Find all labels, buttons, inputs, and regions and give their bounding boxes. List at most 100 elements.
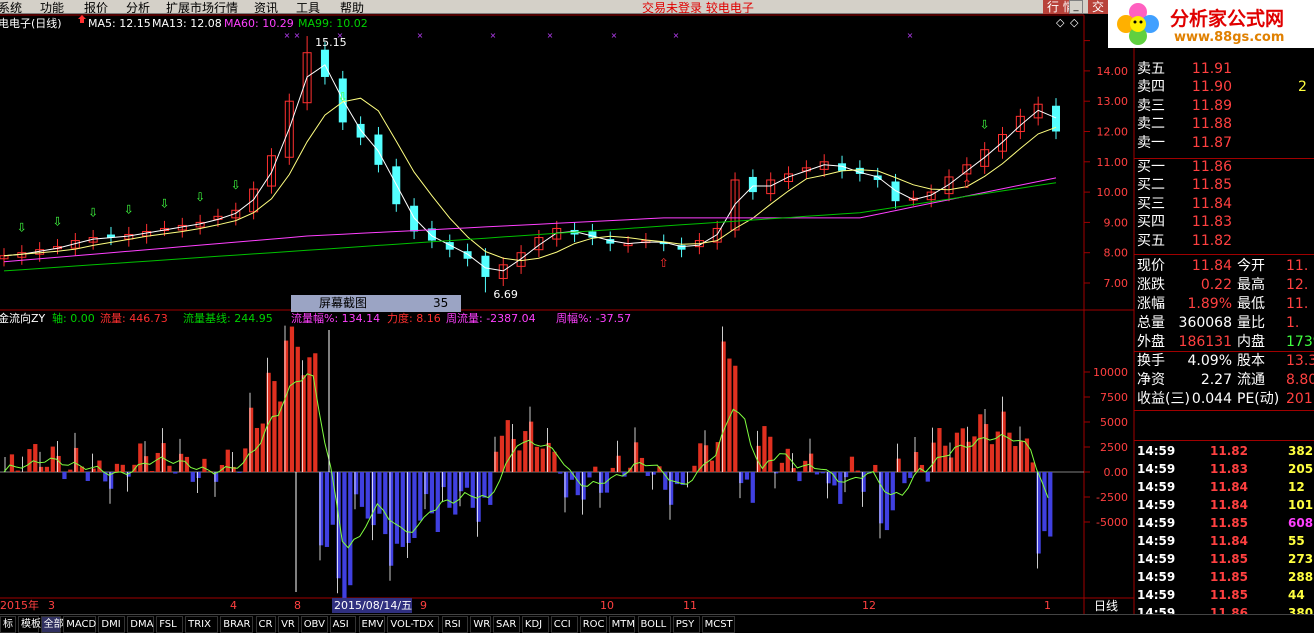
flow-bar: [173, 472, 178, 474]
indicator-tab-6[interactable]: FSL: [156, 616, 184, 633]
indicator-tab-22[interactable]: BOLL: [637, 616, 671, 633]
indicator-tab-9[interactable]: CR: [255, 616, 277, 633]
flow-bar: [505, 420, 510, 472]
indicator-tab-18[interactable]: KDJ: [521, 616, 549, 633]
flow-bar: [709, 460, 715, 472]
indicator-force: 力度: 8.16: [387, 311, 441, 325]
indicator-tab-15[interactable]: RSI: [441, 616, 469, 633]
indicator-tab-12[interactable]: ASI: [329, 616, 357, 633]
flow-bar: [120, 464, 125, 472]
candle-down: [374, 134, 383, 165]
quote-value-1: 0.22: [1200, 277, 1232, 293]
tooltip-value: 35: [433, 296, 449, 310]
period-label: 日线: [1094, 599, 1118, 613]
indicator-tab-21[interactable]: MTM: [608, 616, 636, 633]
indicator-name: 金流向ZY: [0, 311, 46, 325]
indicator-tab-0[interactable]: 标: [0, 616, 16, 633]
indicator-tab-2[interactable]: 全部: [40, 616, 64, 633]
quote-value2-7: 201: [1286, 391, 1313, 407]
tick-time-1: 14:59: [1137, 462, 1176, 476]
indicator-base: 流量基线: 244.95: [183, 311, 273, 325]
quote-label2-6: 流通: [1237, 372, 1265, 388]
flow-bar: [383, 472, 388, 535]
candle-down: [748, 176, 757, 193]
flow-bar: [715, 442, 720, 472]
flow-bar: [365, 472, 370, 519]
marker-cross-icon: ×: [673, 31, 680, 40]
flow-bar: [44, 466, 50, 472]
price-axis-label: 7.00: [1104, 277, 1129, 290]
price-axis-label: 14.00: [1097, 65, 1129, 78]
date-axis-label: 8: [294, 599, 301, 612]
price-axis-label: 9.00: [1104, 216, 1129, 229]
flow-bar: [692, 465, 697, 472]
indicator-tab-17[interactable]: SAR: [493, 616, 520, 633]
flow-bar: [499, 435, 505, 472]
quote-value2-2: 11.: [1286, 296, 1309, 312]
marker-cross-icon: ×: [417, 31, 424, 40]
tick-vol-1: 205: [1288, 462, 1314, 476]
orderbook-price-3: 11.88: [1191, 116, 1232, 133]
indicator-tab-23[interactable]: PSY: [672, 616, 700, 633]
indicator-tab-5[interactable]: DMA: [127, 616, 155, 633]
flow-bar: [429, 472, 435, 514]
flow-bar: [313, 353, 318, 472]
orderbook-label-5: 买一: [1137, 159, 1165, 175]
flow-bar: [593, 466, 598, 472]
flow-bar: [85, 472, 90, 481]
indicator-tab-3[interactable]: MACD: [63, 616, 97, 633]
price-axis-label: 8.00: [1104, 247, 1129, 260]
indicator-tab-4[interactable]: DMI: [98, 616, 126, 633]
tick-time-7: 14:59: [1137, 570, 1176, 584]
quote-value2-3: 1.: [1286, 315, 1300, 331]
flow-bar: [849, 456, 855, 472]
indicator-tab-20[interactable]: ROC: [579, 616, 607, 633]
quote-label-1: 涨跌: [1137, 277, 1165, 293]
ma5-value: MA5: 12.15: [88, 17, 151, 30]
indicator-tab-19[interactable]: CCI: [550, 616, 578, 633]
quote-label2-4: 内盘: [1237, 334, 1265, 350]
flow-bar: [482, 472, 487, 498]
flow-bar: [295, 346, 300, 472]
indicator-tab-16[interactable]: WR: [470, 616, 491, 633]
ind-axis-label: 7500: [1100, 391, 1128, 404]
flow-bar: [733, 365, 738, 472]
flow-bar: [750, 472, 755, 503]
flow-bar: [138, 443, 143, 472]
flow-bar: [1030, 462, 1035, 472]
flow-bar: [324, 472, 330, 547]
date-axis-label: 4: [230, 599, 237, 612]
indicator-tab-24[interactable]: MCST: [701, 616, 735, 633]
flow-bar: [779, 462, 785, 472]
flow-bar: [225, 449, 230, 472]
tick-price-5: 11.84: [1210, 534, 1248, 548]
quote-label-0: 现价: [1137, 258, 1165, 274]
tooltip-label: 屏幕截图: [319, 296, 368, 310]
orderbook-price-4: 11.87: [1191, 134, 1232, 151]
ind-axis-label: -2500: [1096, 491, 1128, 504]
indicator-tab-7[interactable]: TRIX: [185, 616, 219, 633]
logo-title: 分析家公式网: [1170, 8, 1285, 30]
kline-chart[interactable]: 电电子(日线) MA5: 12.15 MA13: 12.08 MA60: 10.29 M…: [0, 0, 1314, 633]
indicator-tab-14[interactable]: VOL-TDX: [387, 616, 440, 633]
orderbook-label-0: 卖五: [1137, 61, 1165, 77]
indicator-tab-1[interactable]: 模板: [18, 616, 41, 633]
up-arrow-icon: [78, 15, 86, 23]
flow-bar: [149, 470, 155, 472]
indicator-tab-8[interactable]: BRAR: [220, 616, 254, 633]
indicator-tab-13[interactable]: EMV: [358, 616, 386, 633]
flow-bar: [289, 326, 295, 472]
buy-signal-icon: ⇩: [159, 196, 169, 210]
flow-bar: [803, 460, 808, 472]
flow-bar: [902, 472, 907, 484]
flow-bar: [610, 467, 615, 472]
quote-label2-3: 量比: [1237, 315, 1265, 331]
marker-cross-icon: ×: [284, 31, 291, 40]
flow-bar: [797, 472, 802, 482]
flower-logo-icon: [1117, 3, 1159, 45]
indicator-tab-11[interactable]: OBV: [300, 616, 328, 633]
flow-bar: [744, 472, 750, 480]
flow-bar: [167, 465, 172, 472]
tick-vol-8: 44: [1288, 588, 1305, 602]
indicator-tab-10[interactable]: VR: [278, 616, 299, 633]
